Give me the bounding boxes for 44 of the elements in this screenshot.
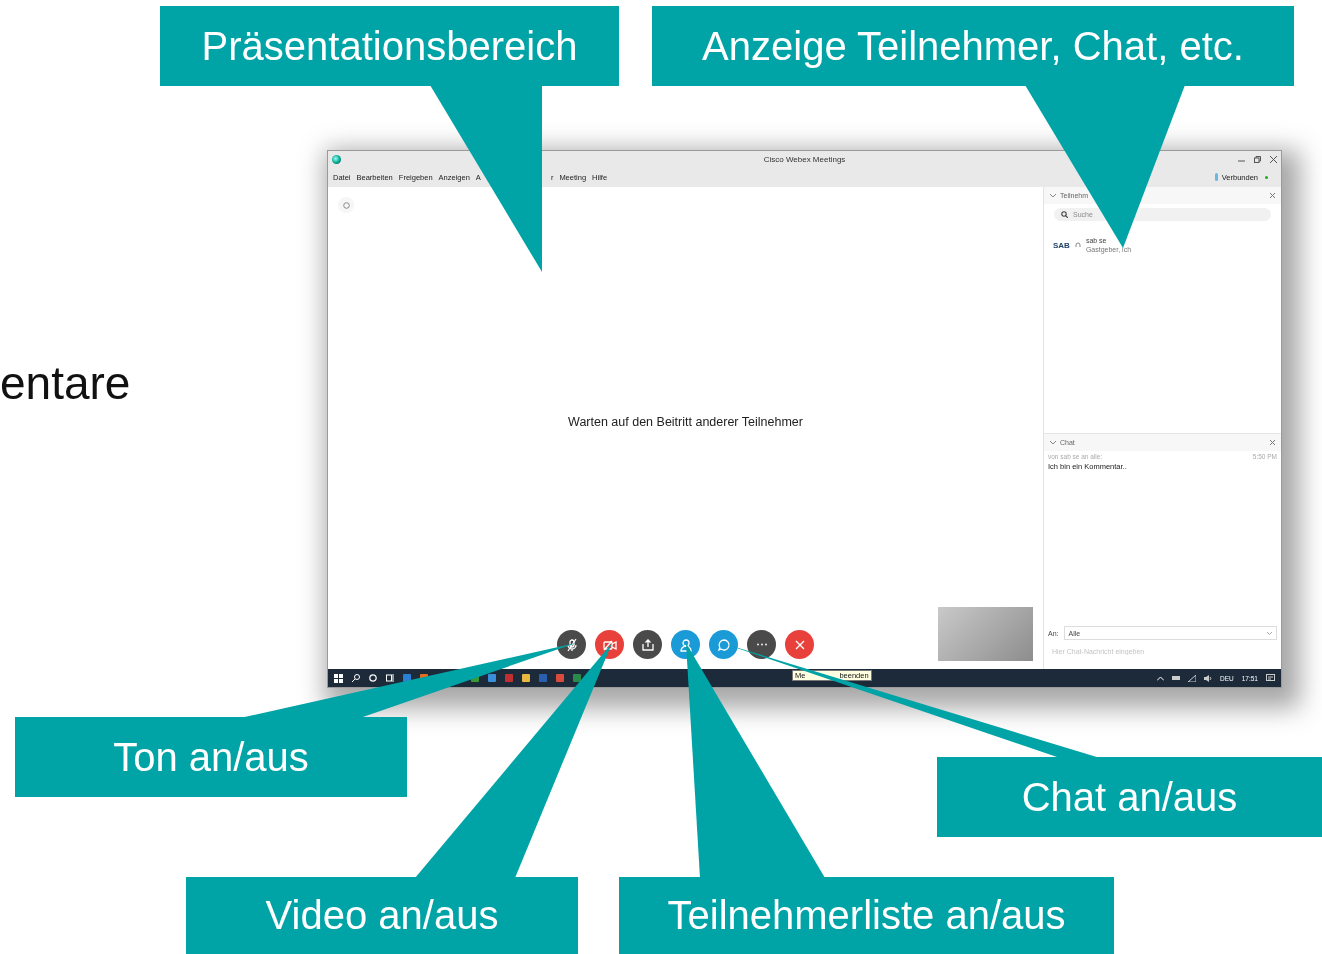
window-title: Cisco Webex Meetings — [763, 154, 846, 164]
video-button[interactable] — [595, 630, 624, 659]
share-icon — [640, 637, 655, 652]
search-icon[interactable] — [352, 674, 360, 682]
headset-icon — [1074, 241, 1081, 249]
callout-label: Präsentationsbereich — [160, 6, 619, 86]
end-button[interactable] — [785, 630, 814, 659]
windows-start-icon[interactable] — [334, 673, 343, 683]
more-button[interactable] — [747, 630, 776, 659]
speaker-icon[interactable] — [1204, 674, 1212, 682]
microphone-icon — [1214, 173, 1218, 181]
zoom-button[interactable] — [338, 197, 354, 213]
callout-label: Chat an/aus — [937, 757, 1322, 837]
callout-label: Ton an/aus — [15, 717, 407, 797]
participant-avatar: SAB — [1053, 240, 1070, 250]
callout-label: Teilnehmerliste an/aus — [619, 877, 1114, 954]
battery-icon[interactable] — [1172, 675, 1180, 681]
chat-button[interactable] — [709, 630, 738, 659]
mic-button[interactable] — [557, 630, 586, 659]
circle-icon — [342, 201, 350, 209]
notification-icon[interactable] — [1266, 674, 1275, 682]
restore-icon[interactable] — [1254, 155, 1261, 163]
waiting-message: Warten auf den Beitritt anderer Teilnehmer — [568, 415, 803, 429]
more-icon — [754, 643, 769, 646]
slide-text: entare — [0, 360, 131, 406]
speech-bubble-icon — [716, 637, 731, 652]
search-icon — [1061, 211, 1068, 218]
app-logo-icon — [332, 154, 341, 164]
chevron-up-icon[interactable] — [1157, 675, 1164, 681]
status-dot-icon — [1265, 175, 1268, 179]
chevron-icon[interactable] — [1050, 193, 1056, 198]
close-icon[interactable] — [1270, 155, 1277, 163]
close-icon[interactable] — [1270, 193, 1275, 198]
callout-label: Anzeige Teilnehmer, Chat, etc. — [652, 6, 1294, 86]
person-icon — [678, 637, 693, 652]
close-icon[interactable] — [1270, 440, 1275, 445]
callout-label: Video an/aus — [186, 877, 578, 954]
chevron-icon[interactable] — [1050, 440, 1056, 445]
caret-icon — [1267, 631, 1272, 635]
task-view-icon[interactable] — [386, 674, 394, 682]
network-icon[interactable] — [1188, 674, 1196, 682]
circle-icon[interactable] — [369, 674, 377, 682]
participants-button[interactable] — [671, 630, 700, 659]
share-button[interactable] — [633, 630, 662, 659]
